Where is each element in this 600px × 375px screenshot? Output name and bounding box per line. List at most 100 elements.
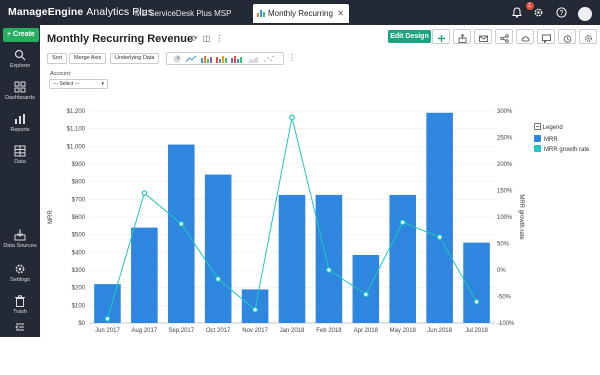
y-tick-label: $300 <box>72 268 86 274</box>
sidebar-item-label: Reports <box>10 127 30 133</box>
y-tick-label: $600 <box>72 215 86 221</box>
growth-rate-point <box>252 306 258 313</box>
y2-tick-label: 300% <box>497 109 513 115</box>
growth-rate-point <box>141 190 148 196</box>
create-button[interactable]: + Create <box>3 28 39 42</box>
sidebar-item-label: Explorer <box>9 63 31 69</box>
gear-icon[interactable] <box>533 5 544 23</box>
y2-tick-label: 250% <box>497 136 513 142</box>
brand-name: ManageEngine <box>8 6 84 18</box>
sidebar-item-label: Data Sources <box>3 243 37 249</box>
y-tick-label: $500 <box>72 233 86 239</box>
chart-legend: Legend MRR MRR growth rate <box>534 123 589 155</box>
x-tick-label: Apr 2018 <box>354 328 379 334</box>
checkbox-checked-icon[interactable] <box>534 135 541 142</box>
y2-tick-label: -100% <box>497 321 515 327</box>
sidebar-item-reports[interactable]: Reports <box>0 113 40 133</box>
growth-rate-point <box>363 291 369 298</box>
bar <box>426 112 453 324</box>
x-tick-label: Jul 2018 <box>465 328 488 334</box>
svg-text:?: ? <box>559 10 563 17</box>
y2-axis-title: MRR growth rate <box>518 194 524 240</box>
bar <box>131 227 158 323</box>
bar <box>278 194 306 323</box>
growth-rate-point <box>104 315 111 322</box>
trash-icon <box>15 295 25 307</box>
tab-report[interactable]: Monthly Recurring Reve... ✕ <box>253 4 349 37</box>
close-icon[interactable]: ✕ <box>337 4 344 23</box>
y2-tick-label: 0% <box>497 268 506 274</box>
bar <box>463 242 490 323</box>
growth-rate-point <box>215 276 221 282</box>
bar <box>315 194 343 323</box>
bar <box>241 289 269 323</box>
sidebar-item-explorer[interactable]: Explorer <box>0 49 40 69</box>
report-view: Monthly Recurring Revenue ⟳ ◫ ⋮ Edit Desig… <box>40 25 600 337</box>
dashboard-icon <box>14 81 26 93</box>
x-tick-label: Jun 2018 <box>427 328 452 334</box>
growth-rate-point <box>178 221 185 227</box>
x-tick-label: Jan 2018 <box>280 328 305 334</box>
y-tick-label: $200 <box>72 286 86 292</box>
top-right-icons: 1 ? <box>505 2 592 23</box>
sidebar-item-label: Trash <box>13 309 27 315</box>
legend-title-text: Legend <box>542 125 563 131</box>
tab-workspace[interactable]: ME ServiceDesk Plus MSP Analytics▾ <box>127 4 251 37</box>
import-icon <box>14 229 26 241</box>
x-tick-label: Sep 2017 <box>168 328 194 334</box>
sidebar-item-label: Dashboards <box>5 95 35 101</box>
sidebar-item-settings[interactable]: Settings <box>0 263 40 283</box>
y-tick-label: $100 <box>72 303 86 309</box>
legend-item-label: MRR growth rate <box>544 147 590 153</box>
help-icon[interactable]: ? <box>555 5 567 23</box>
growth-rate-point <box>326 267 332 273</box>
avatar[interactable] <box>578 7 592 21</box>
y-tick-label: $700 <box>72 197 86 203</box>
bar <box>389 194 417 323</box>
x-tick-label: Aug 2017 <box>132 328 158 334</box>
sidebar-item-data-sources[interactable]: Data Sources <box>0 229 40 249</box>
top-bar: ManageEngine Analytics Plus ME ServiceDes… <box>0 0 600 37</box>
x-tick-label: Oct 2017 <box>206 328 231 334</box>
x-tick-label: Nov 2017 <box>242 328 268 334</box>
search-icon <box>14 49 26 61</box>
legend-item-mrr[interactable]: MRR <box>534 135 589 145</box>
sidebar-item-label: Data <box>14 159 26 165</box>
sidebar-item-label: Settings <box>10 277 30 283</box>
growth-rate-point <box>289 114 295 121</box>
sidebar-item-dashboards[interactable]: Dashboards <box>0 81 40 101</box>
y2-tick-label: 150% <box>497 189 513 195</box>
bar <box>167 144 195 323</box>
checkbox-checked-icon[interactable] <box>534 145 541 152</box>
page-background <box>0 337 600 375</box>
reports-icon <box>15 114 25 124</box>
bell-icon[interactable]: 1 <box>511 2 534 23</box>
y2-tick-label: 100% <box>497 215 513 221</box>
app-window: ManageEngine Analytics Plus ME ServiceDes… <box>0 0 600 337</box>
y-tick-label: $800 <box>72 180 86 186</box>
sidebar: + Create Explorer Dashboards Reports Dat… <box>0 25 40 337</box>
y-tick-label: $0 <box>78 321 85 327</box>
notification-badge: 1 <box>525 2 534 10</box>
mrr-chart: $0 $100 $200 $300 $400 $500 $600 $700 $800 $900 $1… <box>48 109 524 334</box>
legend-item-growth[interactable]: MRR growth rate <box>534 145 589 155</box>
y-tick-label: $400 <box>72 250 86 256</box>
sidebar-item-data[interactable]: Data <box>0 145 40 165</box>
y2-tick-label: 200% <box>497 162 513 168</box>
y-tick-label: $1,000 <box>67 144 86 150</box>
y2-tick-label: -50% <box>497 295 512 301</box>
bar <box>204 174 232 323</box>
legend-item-label: MRR <box>544 137 558 143</box>
growth-rate-point <box>436 234 443 240</box>
x-tick-label: Jun 2017 <box>95 328 120 334</box>
x-tick-label: Feb 2018 <box>316 328 342 334</box>
y-tick-label: $1,100 <box>67 127 86 133</box>
y2-tick-label: 50% <box>497 242 510 248</box>
collapse-sidebar-icon[interactable] <box>0 323 40 333</box>
growth-rate-point <box>473 298 480 305</box>
sidebar-item-trash[interactable]: Trash <box>0 295 40 315</box>
y-axis-title: MRR <box>48 210 54 224</box>
growth-rate-point <box>399 219 406 226</box>
collapse-icon[interactable] <box>534 123 541 130</box>
x-tick-label: May 2018 <box>390 328 417 334</box>
